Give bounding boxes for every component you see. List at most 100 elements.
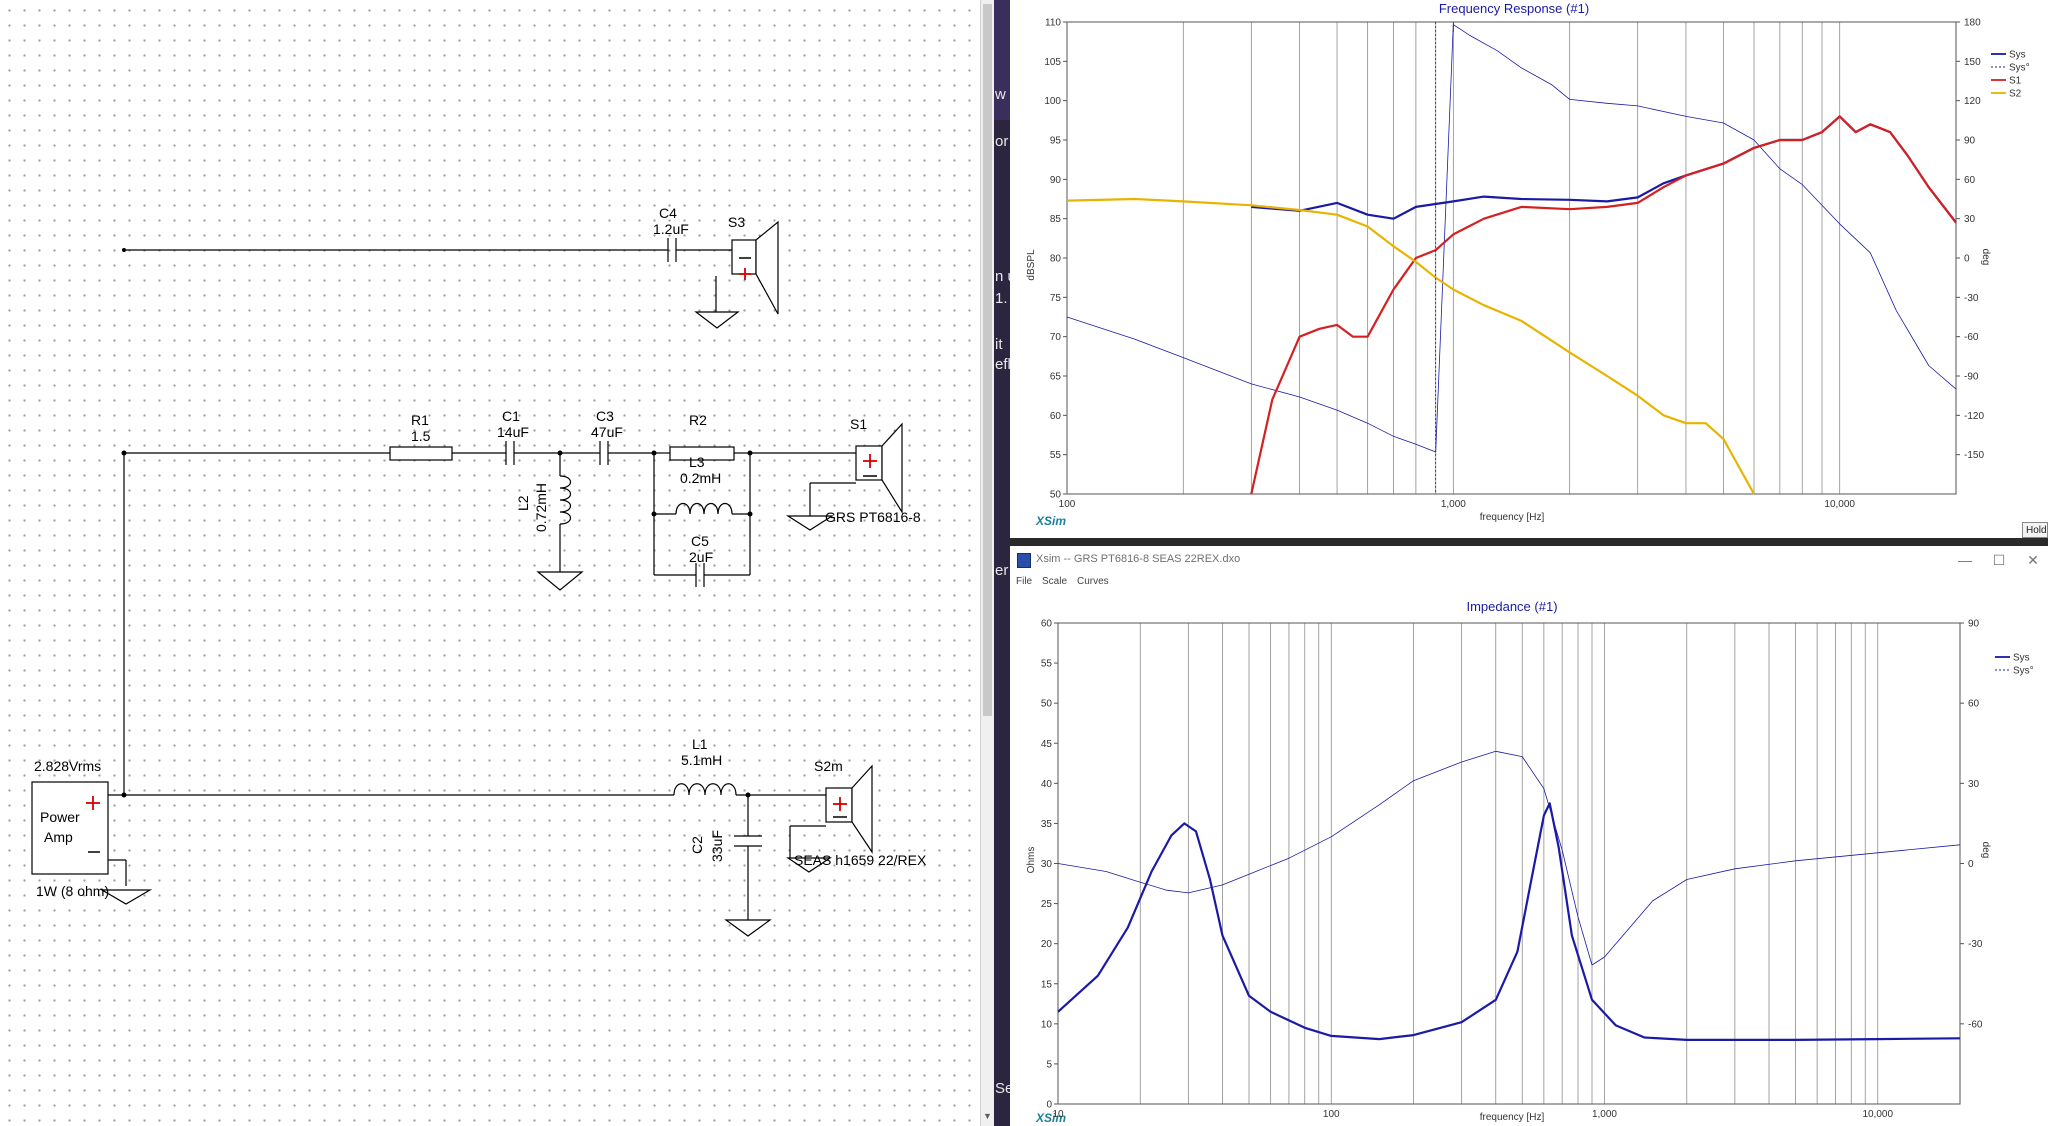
y2-tick-label: -30 (1964, 293, 1979, 304)
bg-text-fragment: or (995, 133, 1009, 150)
legend-label: S2 (2009, 89, 2022, 100)
bg-text-fragment: it (995, 336, 1003, 353)
minimize-icon[interactable]: — (1950, 549, 1980, 571)
y-tick-label: 55 (1041, 659, 1053, 670)
plot-frame (1066, 21, 1957, 495)
l1-value: 5.1mH (681, 752, 722, 768)
series-line-sys-phase (1066, 24, 1957, 453)
impedance-window: Xsim -- GRS PT6816-8 SEAS 22REX.dxo — ☐ … (1010, 546, 2048, 1126)
scrollbar-thumb[interactable] (983, 4, 992, 716)
y2-tick-label: 30 (1968, 779, 1980, 790)
y-tick-label: 50 (1041, 699, 1053, 710)
c4-name: C4 (659, 205, 677, 221)
y2-tick-label: -60 (1968, 1019, 1983, 1030)
y-tick-label: 45 (1041, 739, 1053, 750)
legend-label: S1 (2009, 76, 2022, 87)
l3-name: L3 (689, 454, 705, 470)
frequency-response-chart[interactable]: Frequency Response (#1) dBSPL deg freque… (1010, 0, 2048, 538)
l1-inductor[interactable] (673, 783, 737, 796)
freq-x-axis-label: frequency [Hz] (1480, 512, 1545, 523)
schematic-scrollbar[interactable]: ▼ (980, 0, 995, 1126)
speaker-s3[interactable] (731, 220, 779, 315)
speaker-s1[interactable] (855, 422, 903, 515)
s2m-name: S2m (814, 758, 843, 774)
y-tick-label: 80 (1050, 254, 1062, 265)
scroll-down-arrow-icon[interactable]: ▼ (983, 1110, 992, 1122)
plot-frame (1057, 622, 1961, 1105)
xsim-brand-logo: XSim (1035, 514, 1066, 528)
ground-symbol-amp (99, 889, 153, 905)
y-tick-label: 40 (1041, 779, 1053, 790)
x-tick-label: 10,000 (1862, 1109, 1893, 1120)
menu-curves[interactable]: Curves (1077, 576, 1109, 587)
bg-text-fragment: efl (995, 356, 1010, 373)
r1-value: 1.5 (411, 428, 431, 444)
impedance-chart[interactable]: Impedance (#1) Ohms deg frequency [Hz] X… (1010, 592, 2048, 1126)
bg-text-fragment: Se (995, 1080, 1010, 1097)
y-tick-label: 90 (1050, 175, 1062, 186)
y2-tick-label: 60 (1964, 175, 1976, 186)
y2-tick-label: -90 (1964, 372, 1979, 383)
hold-button[interactable]: Hold (2022, 522, 2048, 538)
c4-value: 1.2uF (653, 221, 689, 237)
imp-legend: Sys Sys° (1995, 653, 2034, 677)
l3-inductor[interactable] (675, 502, 733, 515)
y2-tick-label: 60 (1968, 699, 1980, 710)
series-line-s1 (1250, 115, 1957, 495)
y-tick-label: 35 (1041, 819, 1053, 830)
amp-label-line1: Power (40, 809, 80, 825)
freq-y2-axis-label: deg (1980, 249, 1991, 266)
amp-voltage: 2.828Vrms (34, 758, 101, 774)
y2-tick-label: -30 (1968, 939, 1983, 950)
y-tick-label: 5 (1046, 1059, 1052, 1070)
y-tick-label: 105 (1044, 57, 1061, 68)
legend-label: Sys° (2013, 666, 2034, 677)
y-tick-label: 15 (1041, 979, 1053, 990)
grid-lines (1066, 22, 1957, 494)
y2-tick-label: -150 (1964, 450, 1984, 461)
maximize-icon[interactable]: ☐ (1984, 549, 2014, 571)
l2-inductor[interactable] (559, 475, 572, 525)
menu-scale[interactable]: Scale (1042, 576, 1067, 587)
y-tick-label: 30 (1041, 859, 1053, 870)
y-tick-label: 95 (1050, 136, 1062, 147)
r1-resistor[interactable] (389, 446, 453, 461)
y2-tick-label: 90 (1964, 136, 1976, 147)
schematic-canvas[interactable]: C4 1.2uF S3 R1 1.5 C1 14uF C3 47uF R2 L3… (0, 0, 980, 1126)
ground-symbol-l2 (536, 571, 584, 591)
panel-separator (1010, 538, 2048, 546)
y-tick-label: 100 (1044, 96, 1061, 107)
y2-tick-label: 150 (1964, 57, 1981, 68)
legend-label: Sys (2013, 653, 2030, 664)
window-title: Xsim -- GRS PT6816-8 SEAS 22REX.dxo (1036, 553, 1241, 565)
y-tick-label: 20 (1041, 939, 1053, 950)
x-tick-label: 1,000 (1592, 1109, 1617, 1120)
r2-name: R2 (689, 412, 707, 428)
speaker-s2m[interactable] (825, 764, 873, 854)
window-titlebar[interactable]: Xsim -- GRS PT6816-8 SEAS 22REX.dxo — ☐ … (1010, 546, 2048, 574)
x-tick-label: 100 (1323, 1109, 1340, 1120)
freq-legend: Sys Sys° S1 S2 (1991, 50, 2030, 100)
c5-name: C5 (691, 533, 709, 549)
close-icon[interactable]: ✕ (2018, 549, 2048, 571)
l2-value: 0.72mH (533, 483, 549, 532)
bg-text-fragment: n u (995, 268, 1010, 285)
s1-name: S1 (850, 416, 867, 432)
bg-text-fragment: 1. (995, 290, 1008, 307)
legend-label: Sys (2009, 50, 2026, 61)
y2-tick-label: 30 (1964, 214, 1976, 225)
crossover-schematic: C4 1.2uF S3 R1 1.5 C1 14uF C3 47uF R2 L3… (31, 205, 927, 937)
imp-chart-title: Impedance (#1) (1466, 599, 1557, 614)
s1-model: GRS PT6816-8 (825, 509, 921, 525)
l2-name: L2 (515, 495, 531, 511)
c1-value: 14uF (497, 424, 529, 440)
menu-bar: File Scale Curves (1010, 574, 2048, 592)
y2-tick-label: 120 (1964, 96, 1981, 107)
power-amp[interactable] (31, 781, 109, 875)
menu-file[interactable]: File (1016, 576, 1032, 587)
y-tick-label: 60 (1041, 619, 1053, 630)
y2-tick-label: -60 (1964, 332, 1979, 343)
s3-name: S3 (728, 214, 745, 230)
y-tick-label: 55 (1050, 450, 1062, 461)
s2m-model: SEAS h1659 22/REX (794, 852, 927, 868)
